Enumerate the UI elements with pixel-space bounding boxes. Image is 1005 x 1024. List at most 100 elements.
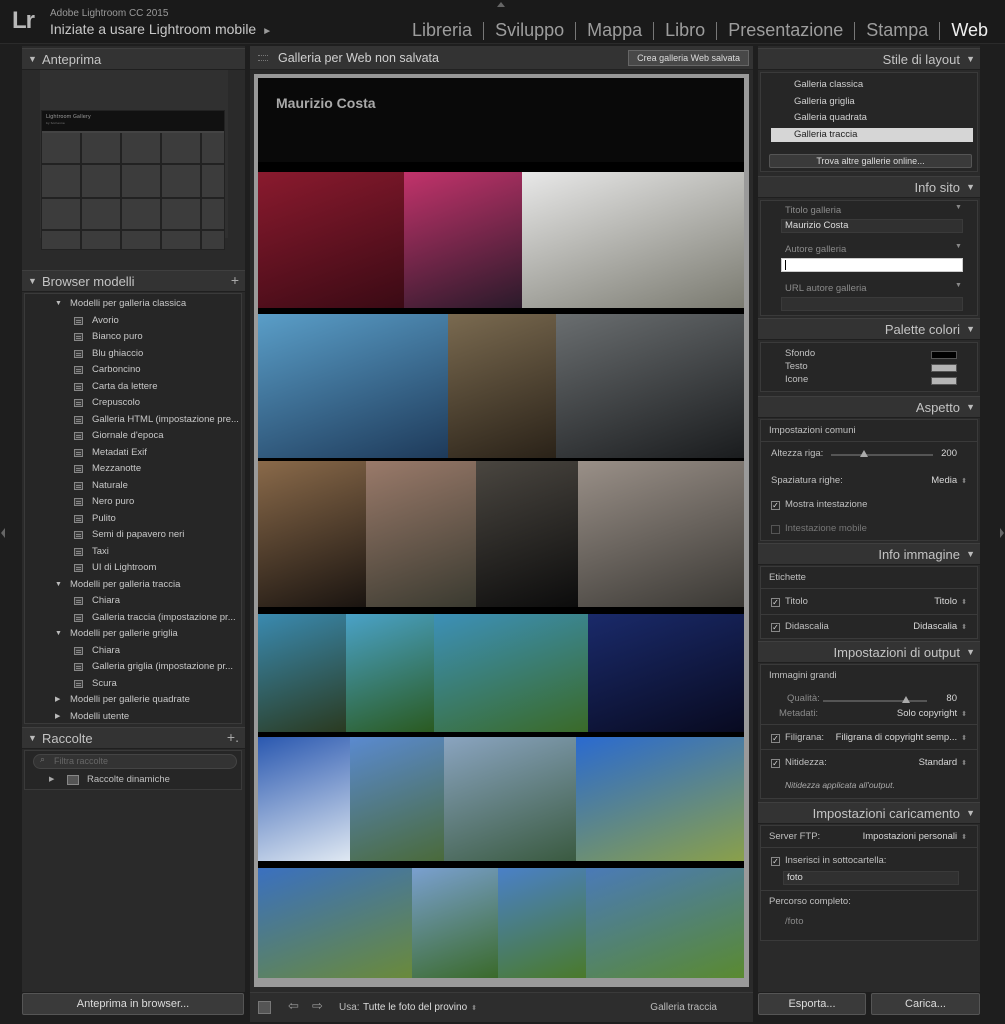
expand-triangle-icon[interactable]: ▶ xyxy=(49,775,54,783)
photo-dirt-road[interactable] xyxy=(258,868,412,978)
metadata-select[interactable]: Solo copyright ⬍ xyxy=(881,708,967,719)
output-settings-header[interactable]: Impostazioni di output ▼ xyxy=(758,641,980,663)
dropdown-triangle-icon[interactable]: ▼ xyxy=(955,243,962,250)
sharpening-checkbox[interactable]: ✓ xyxy=(771,759,780,768)
use-select[interactable]: Tutte le foto del provino ⬍ xyxy=(363,1002,477,1013)
next-arrow-icon[interactable]: ⇨ xyxy=(312,999,323,1014)
photo-red-leaves[interactable] xyxy=(258,172,404,308)
row-height-slider-knob[interactable] xyxy=(859,450,868,457)
template-item[interactable]: Bianco puro xyxy=(24,329,242,345)
photo-blue-sky-clouds[interactable] xyxy=(258,737,350,861)
template-item[interactable]: Blu ghiaccio xyxy=(24,346,242,362)
template-item[interactable]: Galleria traccia (impostazione pr... xyxy=(24,610,242,626)
module-web[interactable]: Web xyxy=(940,20,999,41)
expand-triangle-icon[interactable]: ▶ xyxy=(55,709,60,725)
collections-header[interactable]: ▼ Raccolte +. xyxy=(22,727,245,749)
photo-clouds-meadow[interactable] xyxy=(576,737,744,861)
layout-style-header[interactable]: Stile di layout ▼ xyxy=(758,48,980,70)
show-header-checkbox[interactable]: ✓ xyxy=(771,501,780,510)
template-folder[interactable]: ▼ Modelli per gallerie griglia xyxy=(24,626,242,642)
module-mappa[interactable]: Mappa xyxy=(576,20,653,41)
left-panel-toggle-icon[interactable] xyxy=(1,528,5,538)
mobile-header-checkbox[interactable] xyxy=(771,525,780,534)
photo-control-panel[interactable] xyxy=(556,314,744,458)
template-item[interactable]: Semi di papavero neri xyxy=(24,527,242,543)
top-panel-toggle-icon[interactable] xyxy=(497,2,505,7)
template-item[interactable]: Taxi xyxy=(24,544,242,560)
gallery-title-field[interactable]: Maurizio Costa xyxy=(781,219,963,233)
add-collection-icon[interactable]: +. xyxy=(227,727,239,748)
row-height-slider-track[interactable] xyxy=(831,454,933,456)
watermark-select[interactable]: Filigrana di copyright semp... ⬍ xyxy=(827,732,967,743)
add-template-icon[interactable]: + xyxy=(231,270,239,291)
photo-columns[interactable] xyxy=(448,314,556,458)
template-item[interactable]: Metadati Exif xyxy=(24,445,242,461)
template-folder[interactable]: ▼ Modelli per galleria traccia xyxy=(24,577,242,593)
photo-damselfly[interactable] xyxy=(258,314,448,458)
photo-houses-street[interactable] xyxy=(366,461,476,607)
author-url-field[interactable] xyxy=(781,297,963,311)
collapse-triangle-icon[interactable]: ▼ xyxy=(55,296,62,312)
template-item[interactable]: Carta da lettere xyxy=(24,379,242,395)
upload-button[interactable]: Carica... xyxy=(871,993,980,1015)
palette-color-swatch[interactable] xyxy=(931,351,957,359)
layout-style-option[interactable]: Galleria griglia xyxy=(771,95,973,109)
mobile-promo-link[interactable]: Iniziate a usare Lightroom mobile ► xyxy=(50,21,272,37)
appearance-header[interactable]: Aspetto ▼ xyxy=(758,396,980,418)
photo-alps-1[interactable] xyxy=(412,868,498,978)
collapse-triangle-icon[interactable]: ▼ xyxy=(55,626,62,642)
gallery-author-field[interactable] xyxy=(781,258,963,272)
template-item[interactable]: Pulito xyxy=(24,511,242,527)
template-item[interactable]: Nero puro xyxy=(24,494,242,510)
photo-robot-toy[interactable] xyxy=(578,461,744,607)
template-item[interactable]: Chiara xyxy=(24,643,242,659)
row-height-value[interactable]: 200 xyxy=(931,448,957,459)
template-browser-header[interactable]: ▼ Browser modelli + xyxy=(22,270,245,292)
quality-slider-knob[interactable] xyxy=(902,696,911,703)
preview-in-browser-button[interactable]: Anteprima in browser... xyxy=(22,993,244,1015)
export-button[interactable]: Esporta... xyxy=(758,993,866,1015)
template-item[interactable]: Chiara xyxy=(24,593,242,609)
create-saved-gallery-button[interactable]: Crea galleria Web salvata xyxy=(628,50,749,66)
collapse-triangle-icon[interactable]: ▼ xyxy=(55,577,62,593)
photo-tunnel-lights[interactable] xyxy=(258,461,366,607)
dropdown-triangle-icon[interactable]: ▼ xyxy=(955,204,962,211)
row-spacing-select[interactable]: Media ⬍ xyxy=(901,475,967,486)
dropdown-triangle-icon[interactable]: ▼ xyxy=(955,282,962,289)
photo-alps-valley[interactable] xyxy=(586,868,744,978)
module-sviluppo[interactable]: Sviluppo xyxy=(484,20,575,41)
filter-collections-input[interactable]: ⌕ Filtra raccolte xyxy=(33,754,237,769)
template-item[interactable]: Mezzanotte xyxy=(24,461,242,477)
title-select[interactable]: Titolo ⬍ xyxy=(901,596,967,607)
site-info-header[interactable]: Info sito ▼ xyxy=(758,176,980,198)
color-palette-header[interactable]: Palette colori ▼ xyxy=(758,318,980,340)
caption-checkbox[interactable]: ✓ xyxy=(771,623,780,632)
expand-triangle-icon[interactable]: ▶ xyxy=(55,692,60,708)
template-item[interactable]: Crepuscolo xyxy=(24,395,242,411)
module-libreria[interactable]: Libreria xyxy=(401,20,483,41)
photo-tree-sea-2[interactable] xyxy=(434,614,588,732)
module-stampa[interactable]: Stampa xyxy=(855,20,939,41)
template-folder[interactable]: ▼ Modelli per galleria classica xyxy=(24,296,242,312)
photo-tree-sea-1[interactable] xyxy=(346,614,434,732)
quality-value[interactable]: 80 xyxy=(931,693,957,704)
caption-select[interactable]: Didascalia ⬍ xyxy=(891,621,967,632)
sharpening-select[interactable]: Standard ⬍ xyxy=(881,757,967,768)
preview-panel-header[interactable]: ▼ Anteprima xyxy=(22,48,245,70)
ftp-server-select[interactable]: Impostazioni personali ⬍ xyxy=(857,831,967,842)
layout-style-option[interactable]: Galleria traccia xyxy=(771,127,973,142)
photo-alps-2[interactable] xyxy=(498,868,586,978)
view-toggle-button[interactable] xyxy=(258,1001,271,1014)
template-item[interactable]: Scura xyxy=(24,676,242,692)
template-folder[interactable]: ▶ Modelli per gallerie quadrate xyxy=(24,692,242,708)
upload-settings-header[interactable]: Impostazioni caricamento ▼ xyxy=(758,802,980,824)
template-item[interactable]: Galleria HTML (impostazione pre... xyxy=(24,412,242,428)
template-item[interactable]: Galleria griglia (impostazione pr... xyxy=(24,659,242,675)
module-libro[interactable]: Libro xyxy=(654,20,716,41)
template-item[interactable]: UI di Lightroom xyxy=(24,560,242,576)
photo-night-sky[interactable] xyxy=(588,614,744,732)
photo-sea-cliff[interactable] xyxy=(258,614,346,732)
find-more-galleries-button[interactable]: Trova altre gallerie online... xyxy=(769,154,972,168)
photo-dark-water[interactable] xyxy=(476,461,578,607)
template-item[interactable]: Carboncino xyxy=(24,362,242,378)
